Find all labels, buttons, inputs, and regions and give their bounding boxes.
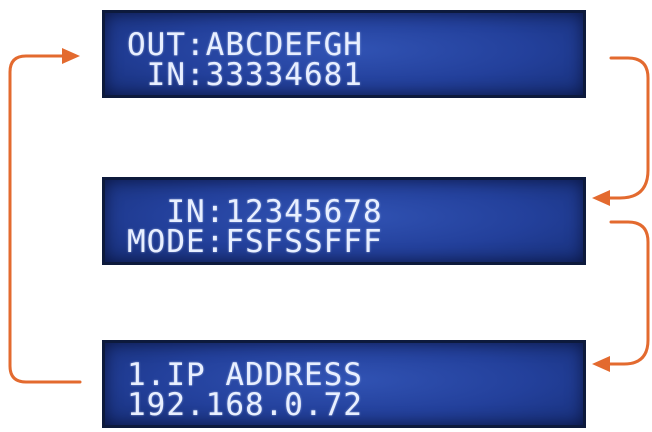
- arrow-screen3-to-screen1: [8, 54, 82, 384]
- arrow-screen2-to-screen3: [606, 220, 650, 366]
- arrow-screen1-to-screen2: [604, 56, 650, 200]
- arrowhead-left-icon: [592, 356, 610, 372]
- flow-arrows: [8, 48, 650, 384]
- arrowhead-left-icon: [592, 190, 610, 206]
- arrowhead-right-icon: [62, 48, 80, 64]
